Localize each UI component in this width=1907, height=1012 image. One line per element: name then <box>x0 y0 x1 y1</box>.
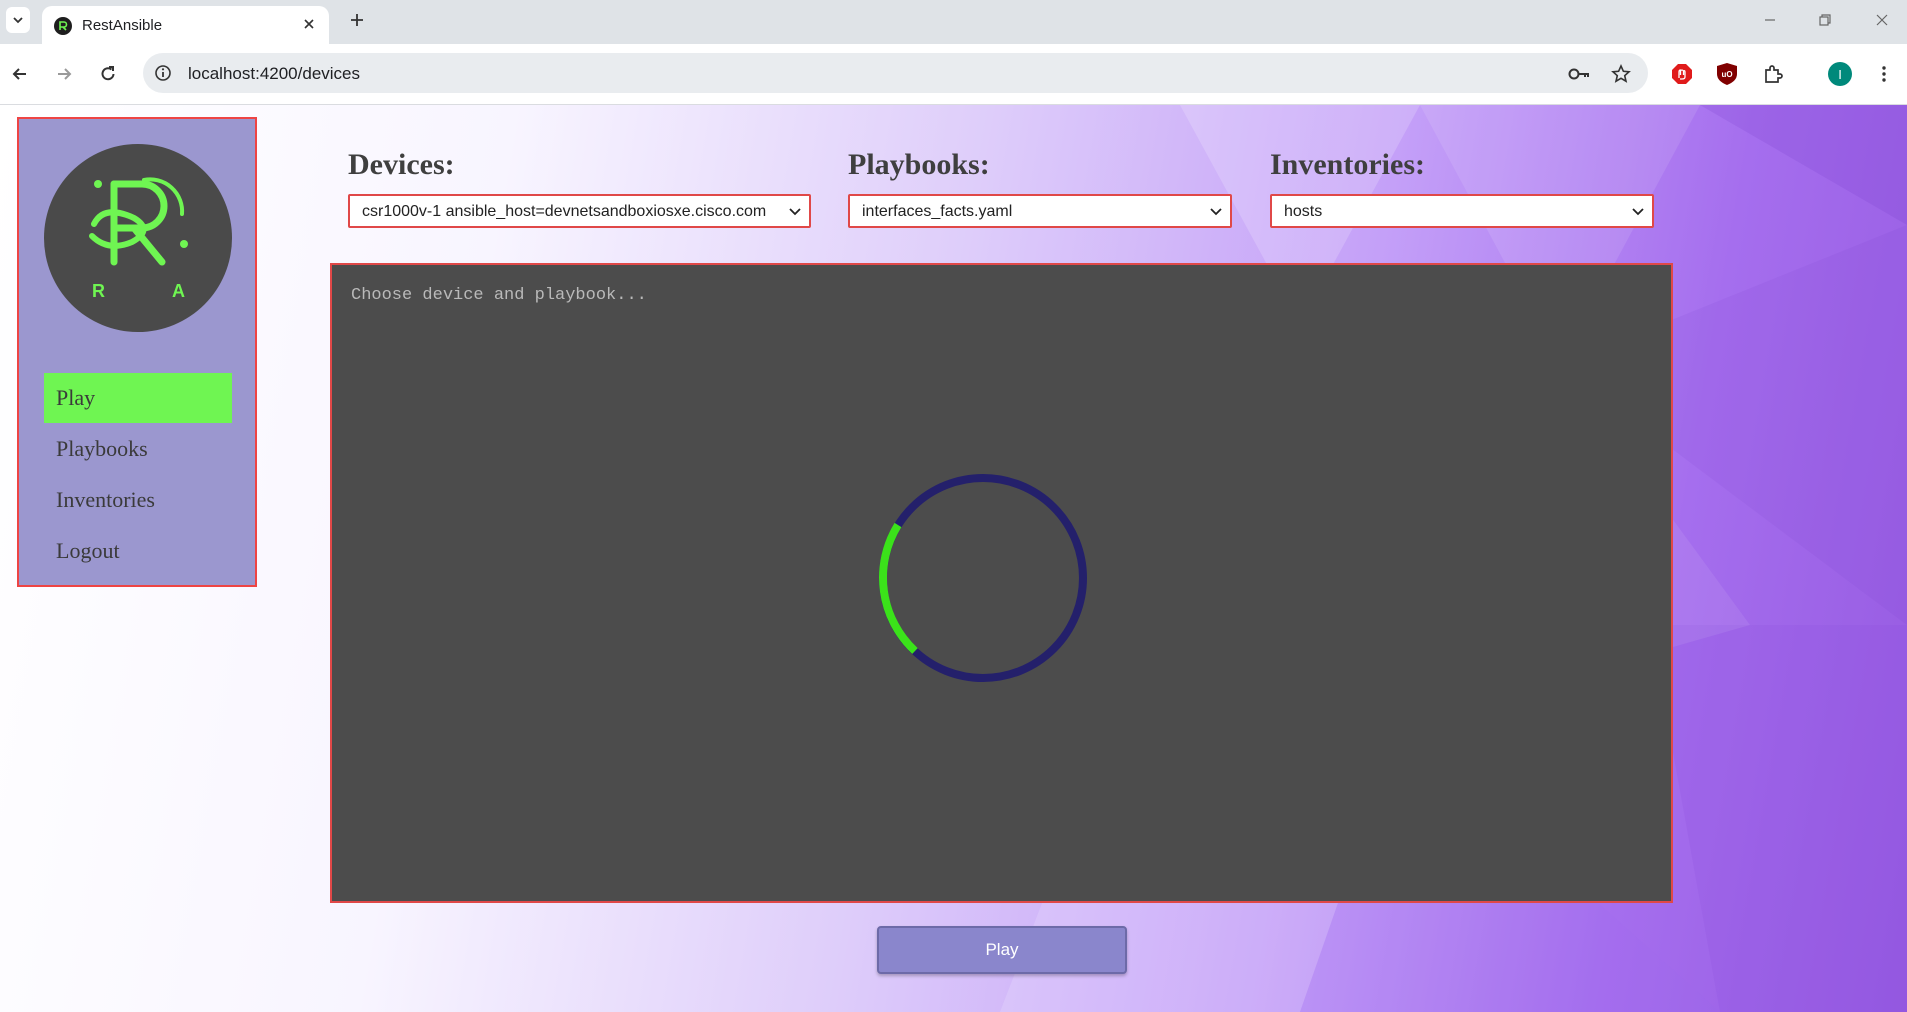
logo-letter-a: A <box>172 281 185 301</box>
restansible-logo[interactable]: R A <box>44 144 232 332</box>
chevron-down-icon <box>1632 208 1644 216</box>
devices-select[interactable]: csr1000v-1 ansible_host=devnetsandboxios… <box>348 194 811 228</box>
browser-toolbar: localhost:4200/devices uO I <box>0 44 1907 105</box>
playbooks-select[interactable]: interfaces_facts.yaml <box>848 194 1232 228</box>
bookmark-star-icon[interactable] <box>1609 62 1633 86</box>
forward-button[interactable] <box>50 60 78 88</box>
browser-menu-icon[interactable] <box>1870 60 1898 88</box>
devices-select-value: csr1000v-1 ansible_host=devnetsandboxios… <box>362 203 767 220</box>
logo-letter-r: R <box>92 281 105 301</box>
profile-avatar[interactable]: I <box>1826 60 1854 88</box>
back-button[interactable] <box>6 60 34 88</box>
playbooks-label: Playbooks: <box>848 148 990 181</box>
avatar: I <box>1828 62 1852 86</box>
chevron-down-icon <box>1210 208 1222 216</box>
chevron-down-icon <box>13 17 23 24</box>
tab-title: RestAnsible <box>82 17 163 34</box>
adblock-extension-icon[interactable] <box>1668 60 1696 88</box>
close-tab-icon[interactable] <box>299 14 319 34</box>
ublock-extension-icon[interactable]: uO <box>1713 60 1741 88</box>
devices-label: Devices: <box>348 148 455 181</box>
reload-button[interactable] <box>94 60 122 88</box>
sidebar-item-inventories[interactable]: Inventories <box>44 475 232 525</box>
sidebar-item-playbooks[interactable]: Playbooks <box>44 424 232 474</box>
arrow-right-icon <box>58 68 72 80</box>
address-bar[interactable]: localhost:4200/devices <box>143 53 1648 93</box>
site-info-icon[interactable] <box>153 63 173 83</box>
restansible-logo-icon: R A <box>89 177 188 301</box>
url-text: localhost:4200/devices <box>188 64 361 83</box>
play-button[interactable]: Play <box>877 926 1127 974</box>
extensions-puzzle-icon[interactable] <box>1759 60 1787 88</box>
close-window-icon[interactable] <box>1868 8 1896 32</box>
password-key-icon[interactable] <box>1567 62 1591 86</box>
inventories-select-value: hosts <box>1284 203 1323 220</box>
inventories-select[interactable]: hosts <box>1270 194 1654 228</box>
sidebar: R A Play Playbooks Inventories Logout <box>17 117 257 587</box>
output-console[interactable]: Choose device and playbook... <box>330 263 1673 903</box>
playbooks-select-value: interfaces_facts.yaml <box>862 203 1013 220</box>
arrow-left-icon <box>12 68 26 80</box>
tab-search-button[interactable] <box>6 7 30 33</box>
restansible-favicon-icon <box>54 17 72 35</box>
console-placeholder: Choose device and playbook... <box>351 286 647 305</box>
new-tab-button[interactable] <box>345 8 369 32</box>
restore-window-icon[interactable] <box>1811 8 1839 32</box>
browser-tab-bar: RestAnsible <box>0 0 1907 44</box>
browser-tab[interactable]: RestAnsible <box>42 6 329 44</box>
svg-text:uO: uO <box>1721 70 1732 79</box>
inventories-label: Inventories: <box>1270 148 1425 181</box>
sidebar-item-play[interactable]: Play <box>44 373 232 423</box>
loading-spinner-icon <box>879 474 1087 682</box>
chevron-down-icon <box>789 208 801 216</box>
plus-icon <box>351 14 363 26</box>
app-page: R A Play Playbooks Inventories Logout De… <box>0 105 1907 1012</box>
sidebar-item-logout[interactable]: Logout <box>44 526 232 576</box>
reload-icon <box>101 66 115 81</box>
minimize-window-icon[interactable] <box>1756 8 1784 32</box>
